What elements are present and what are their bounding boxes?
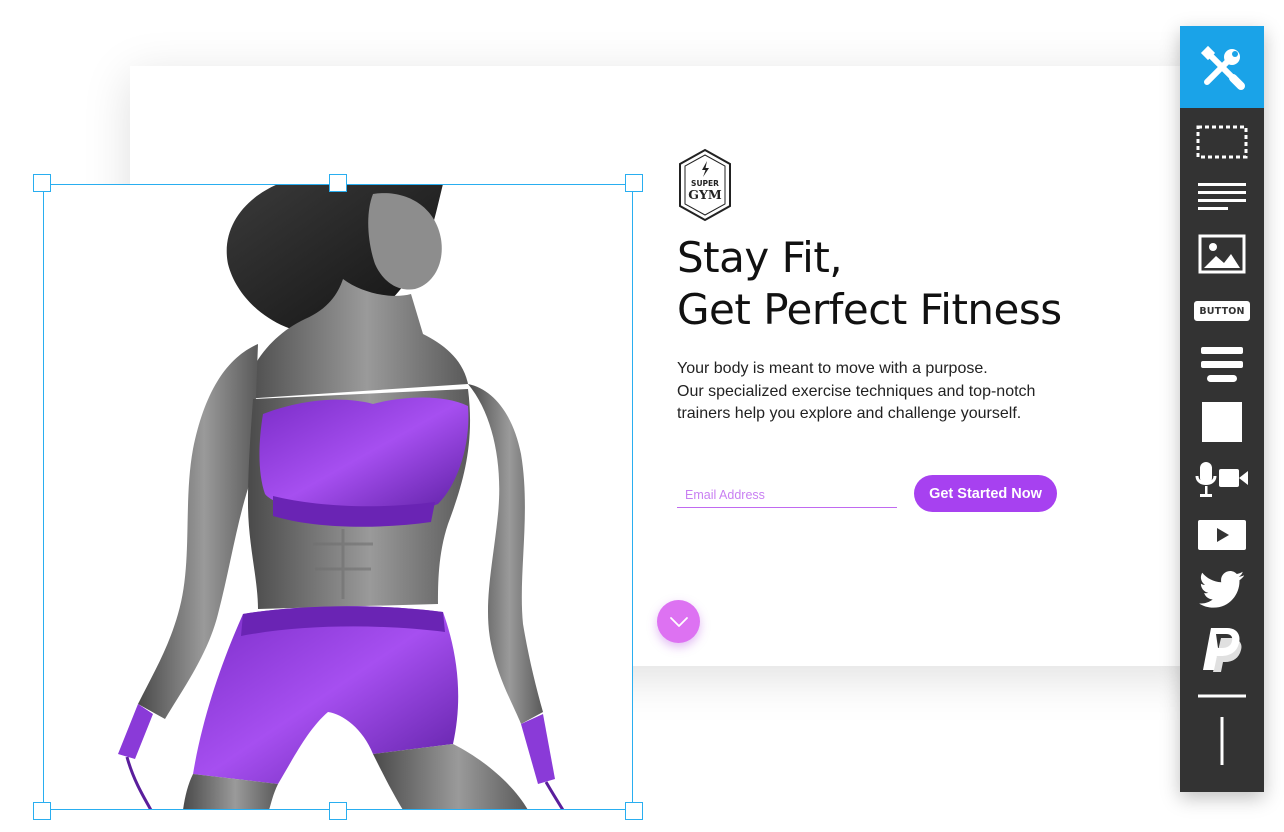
tool-paypal[interactable] bbox=[1180, 624, 1264, 674]
tool-vertical-line[interactable] bbox=[1180, 716, 1264, 766]
tool-box[interactable] bbox=[1180, 120, 1264, 164]
headline-line-1: Stay Fit, bbox=[677, 233, 843, 282]
box-select-icon bbox=[1196, 125, 1248, 159]
tool-image[interactable] bbox=[1180, 231, 1264, 277]
get-started-button[interactable]: Get Started Now bbox=[914, 475, 1057, 512]
twitter-icon bbox=[1199, 571, 1245, 608]
resize-handle-top-right[interactable] bbox=[625, 174, 643, 192]
hero-image[interactable] bbox=[43, 184, 633, 810]
description-line-1: Your body is meant to move with a purpos… bbox=[677, 360, 988, 377]
shape-icon bbox=[1202, 402, 1242, 442]
email-field[interactable] bbox=[677, 482, 897, 508]
tool-button[interactable]: BUTTON bbox=[1180, 298, 1264, 324]
description-line-3: trainers help you explore and challenge … bbox=[677, 405, 1022, 422]
tool-menu[interactable] bbox=[1180, 344, 1264, 386]
page-title: Stay Fit, Get Perfect Fitness bbox=[677, 232, 1062, 336]
menu-icon bbox=[1201, 347, 1243, 382]
paypal-icon bbox=[1203, 628, 1242, 672]
super-gym-logo: SUPER GYM bbox=[679, 148, 731, 222]
logo-text-bottom: GYM bbox=[688, 187, 722, 202]
tool-video[interactable] bbox=[1180, 518, 1264, 552]
athlete-photo bbox=[118, 184, 565, 810]
tool-text[interactable] bbox=[1180, 176, 1264, 216]
tool-shape[interactable] bbox=[1180, 400, 1264, 444]
description-line-2: Our specialized exercise techniques and … bbox=[677, 382, 1036, 400]
tool-media[interactable] bbox=[1180, 458, 1264, 502]
horizontal-line-icon bbox=[1198, 694, 1246, 698]
chevron-down-icon bbox=[669, 616, 688, 627]
add-elements-toolbar: BUTTON bbox=[1180, 26, 1264, 792]
button-icon: BUTTON bbox=[1194, 301, 1250, 321]
resize-handle-bottom-right[interactable] bbox=[625, 802, 643, 820]
image-icon bbox=[1198, 234, 1246, 274]
vertical-line-icon bbox=[1220, 717, 1224, 765]
tool-horizontal-line[interactable] bbox=[1180, 690, 1264, 702]
scroll-down-button[interactable] bbox=[657, 600, 700, 643]
text-icon bbox=[1198, 183, 1246, 210]
headline-line-2: Get Perfect Fitness bbox=[677, 285, 1062, 334]
resize-handle-bottom[interactable] bbox=[329, 802, 347, 820]
media-icon bbox=[1195, 462, 1248, 497]
tool-twitter[interactable] bbox=[1180, 568, 1264, 612]
resize-handle-bottom-left[interactable] bbox=[33, 802, 51, 820]
resize-handle-top[interactable] bbox=[329, 174, 347, 192]
video-icon bbox=[1198, 520, 1246, 550]
resize-handle-top-left[interactable] bbox=[33, 174, 51, 192]
hero-description: Your body is meant to move with a purpos… bbox=[677, 358, 1107, 426]
tool-design-tools[interactable] bbox=[1180, 26, 1264, 108]
tools-icon bbox=[1200, 45, 1245, 90]
